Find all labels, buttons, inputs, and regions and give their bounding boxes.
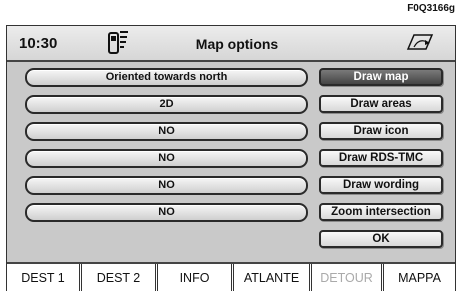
option-value-zoom-intersection[interactable]: NO: [25, 203, 308, 222]
bottom-tab-bar: DEST 1 DEST 2 INFO ATLANTE DETOUR MAPPA: [7, 262, 455, 291]
navigation-screen: 10:30 Map options Oriented towards north…: [6, 25, 456, 291]
draw-map-button[interactable]: Draw map: [319, 68, 443, 86]
ok-button[interactable]: OK: [319, 230, 443, 248]
options-panel: Oriented towards north 2D NO NO NO NO Dr…: [7, 62, 455, 262]
tab-atlante[interactable]: ATLANTE: [231, 264, 309, 291]
tab-dest-1[interactable]: DEST 1: [7, 264, 79, 291]
option-value-orientation[interactable]: Oriented towards north: [25, 68, 308, 87]
draw-wording-button[interactable]: Draw wording: [319, 176, 443, 194]
tab-info[interactable]: INFO: [155, 264, 231, 291]
option-value-wording[interactable]: NO: [25, 176, 308, 195]
map-navigation-icon: [406, 34, 434, 50]
tab-mappa[interactable]: MAPPA: [381, 264, 455, 291]
option-value-icon[interactable]: NO: [25, 122, 308, 141]
draw-rds-tmc-button[interactable]: Draw RDS-TMC: [319, 149, 443, 167]
page-title: Map options: [195, 36, 279, 52]
title-bar: 10:30 Map options: [7, 26, 455, 62]
zoom-intersection-button[interactable]: Zoom intersection: [319, 203, 443, 221]
option-value-rds-tmc[interactable]: NO: [25, 149, 308, 168]
clock: 10:30: [19, 35, 58, 52]
draw-areas-button[interactable]: Draw areas: [319, 95, 443, 113]
phone-signal-icon: [108, 31, 128, 54]
option-value-areas[interactable]: 2D: [25, 95, 308, 114]
draw-icon-button[interactable]: Draw icon: [319, 122, 443, 140]
tab-dest-2[interactable]: DEST 2: [79, 264, 155, 291]
tab-detour: DETOUR: [309, 264, 381, 291]
figure-code: F0Q3166g: [407, 3, 455, 14]
